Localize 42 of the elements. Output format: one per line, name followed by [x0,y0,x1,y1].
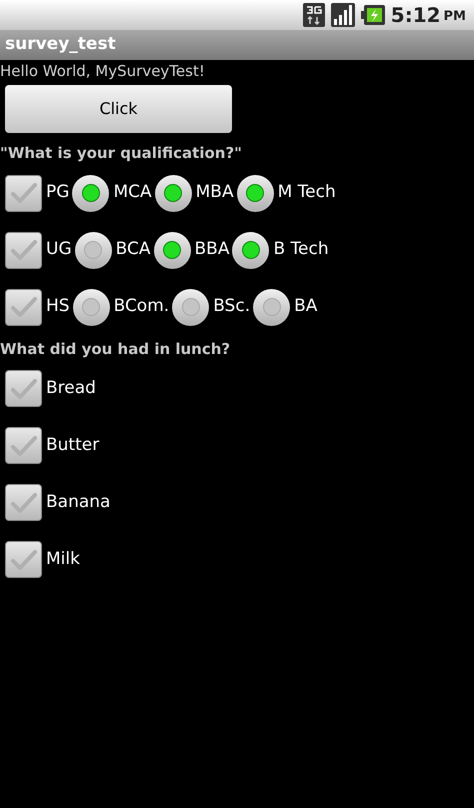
question-text: "What is your qualification?" [0,143,242,164]
checkbox-label: Banana [46,490,110,514]
checkbox[interactable] [5,484,42,521]
checkbox-label: Milk [46,548,80,571]
radio-label: B Tech [273,238,329,262]
network-3g-icon [302,3,325,27]
radio-button[interactable] [236,174,274,212]
signal-icon [330,3,355,27]
radio-label: BA [294,295,318,318]
radio-label: BCom. [114,295,170,318]
greeting-text: Hello World, MySurveyTest! [0,61,205,81]
radio-button[interactable] [154,232,190,268]
radio-label: BSc. [213,295,250,318]
radio-button[interactable] [74,232,112,268]
checkbox[interactable] [5,288,42,326]
checkbox-label: Bread [46,376,96,400]
radio-label: MCA [113,181,152,204]
window-title: survey_test [5,33,116,56]
radio-label: BBA [194,238,230,262]
radio-button[interactable] [154,174,192,212]
clock-time: 5:12 [390,2,441,29]
checkbox-label: HS [46,295,70,318]
radio-button[interactable] [172,288,210,326]
radio-button[interactable] [253,288,290,326]
checkbox[interactable] [5,232,42,268]
checkbox[interactable] [5,174,42,212]
checkbox-label: UG [46,238,72,262]
radio-button[interactable] [232,232,270,268]
checkbox[interactable] [5,541,42,578]
radio-button[interactable] [72,174,110,212]
click-button[interactable]: Click [5,85,232,133]
clock-period: PM [444,8,466,26]
radio-label: M Tech [278,181,336,204]
checkbox-label: PG [46,181,70,204]
radio-label: BCA [116,238,150,262]
radio-label: MBA [196,181,234,204]
question-text: What did you had in lunch? [0,338,230,360]
checkbox-label: Butter [46,434,100,457]
radio-button[interactable] [72,288,110,326]
battery-charging-icon [360,5,385,25]
checkbox[interactable] [5,427,42,464]
checkbox[interactable] [5,370,42,407]
